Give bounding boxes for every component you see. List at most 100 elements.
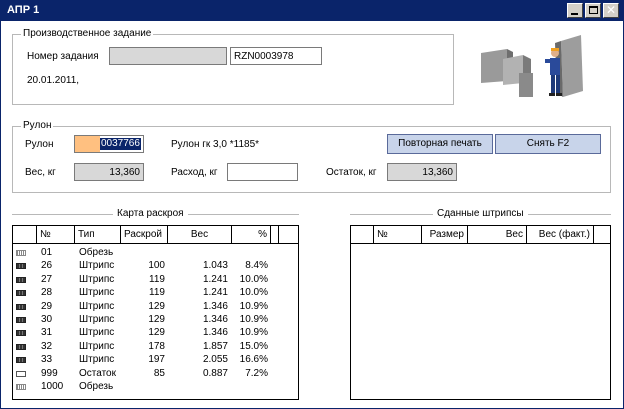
strip-swatch-icon bbox=[16, 357, 26, 364]
cell-pct: 10.0% bbox=[239, 287, 268, 299]
strip-swatch-icon bbox=[16, 330, 26, 337]
remainder-label: Остаток, кг bbox=[326, 167, 377, 178]
close-icon: ✕ bbox=[606, 3, 617, 17]
cell-no: 30 bbox=[41, 314, 53, 325]
cell-type: Штрипс bbox=[79, 354, 115, 366]
cell-type: Штрипс bbox=[79, 273, 115, 285]
cell-no: 27 bbox=[41, 273, 53, 285]
cell-no: 32 bbox=[41, 340, 53, 352]
cut-map-title: Карта раскроя bbox=[113, 208, 188, 219]
roll-description: Рулон гк 3,0 *1185* bbox=[171, 139, 260, 150]
roll-number-input[interactable]: 0037766 bbox=[74, 135, 144, 153]
cell-cut: 129 bbox=[148, 300, 165, 312]
reprint-button[interactable]: Повторная печать bbox=[387, 134, 493, 154]
cell-pct: 10.0% bbox=[239, 273, 268, 285]
weight-label: Вес, кг bbox=[25, 167, 56, 178]
strips-header-no[interactable]: № bbox=[374, 226, 422, 244]
cell-weight: 1.346 bbox=[202, 300, 228, 312]
cell-cut: 178 bbox=[148, 340, 165, 352]
strips-table[interactable]: № Размер Вес Вес (факт.) bbox=[350, 225, 611, 400]
table-row[interactable]: 28 Штрипс 119 1.241 10.0% bbox=[13, 286, 298, 299]
table-row[interactable]: 30 Штрипс 129 1.346 10.9% bbox=[13, 313, 298, 326]
cell-pct: 10.9% bbox=[239, 314, 268, 325]
consumption-input[interactable] bbox=[227, 163, 298, 181]
table-row[interactable]: 29 Штрипс 129 1.346 10.9% bbox=[13, 300, 298, 313]
cell-cut: 129 bbox=[148, 327, 165, 339]
cut-map-header-weight[interactable]: Вес bbox=[168, 226, 232, 244]
strips-header-actual-weight[interactable]: Вес (факт.) bbox=[527, 226, 594, 244]
cell-no: 28 bbox=[41, 287, 53, 299]
cell-cut: 85 bbox=[153, 367, 165, 379]
title-bar[interactable]: АПР 1 ✕ bbox=[1, 1, 623, 21]
minimize-button[interactable] bbox=[567, 3, 583, 18]
maximize-icon bbox=[589, 6, 598, 14]
cell-weight: 1.241 bbox=[202, 273, 228, 285]
production-task-legend: Производственное задание bbox=[21, 28, 154, 39]
strip-swatch-icon bbox=[16, 276, 26, 283]
cell-pct: 10.9% bbox=[239, 300, 268, 312]
cell-pct bbox=[232, 246, 268, 259]
strip-swatch-icon bbox=[16, 263, 26, 270]
strips-header-end bbox=[594, 226, 610, 244]
weight-field[interactable]: 13,360 bbox=[74, 163, 144, 181]
cell-no: 1000 bbox=[41, 381, 64, 392]
cell-no: 26 bbox=[41, 260, 53, 272]
table-row[interactable]: 26 Штрипс 100 1.043 8.4% bbox=[13, 259, 298, 272]
close-button[interactable]: ✕ bbox=[603, 3, 619, 18]
cell-cut: 119 bbox=[149, 273, 165, 285]
cell-weight: 1.241 bbox=[202, 287, 228, 299]
order-code-field[interactable]: RZN0003978 bbox=[230, 47, 322, 65]
cell-weight: 1.043 bbox=[202, 260, 228, 272]
strip-swatch-icon bbox=[16, 290, 26, 297]
cell-no: 31 bbox=[41, 327, 53, 339]
cell-weight: 1.346 bbox=[202, 327, 228, 339]
order-number-field[interactable] bbox=[109, 47, 227, 65]
machine-operator-icon bbox=[481, 35, 583, 97]
app-window: АПР 1 ✕ Производственное задание Номер з… bbox=[0, 0, 624, 409]
cell-type: Штрипс bbox=[79, 287, 115, 299]
table-row[interactable]: 27 Штрипс 119 1.241 10.0% bbox=[13, 273, 298, 286]
table-row[interactable]: 32 Штрипс 178 1.857 15.0% bbox=[13, 340, 298, 353]
cell-cut bbox=[121, 380, 165, 393]
cell-pct: 8.4% bbox=[245, 260, 268, 272]
cut-map-header-no[interactable]: № bbox=[37, 226, 75, 244]
cell-type: Остаток bbox=[79, 367, 116, 379]
table-row[interactable]: 01 Обрезь bbox=[13, 246, 298, 259]
cell-type: Обрезь bbox=[79, 381, 114, 392]
cell-weight: 0.887 bbox=[202, 367, 228, 379]
cut-map-header-cut[interactable]: Раскрой bbox=[121, 226, 168, 244]
roll-legend: Рулон bbox=[21, 120, 54, 131]
cut-map-header-type[interactable]: Тип bbox=[75, 226, 121, 244]
cell-no: 33 bbox=[41, 354, 53, 366]
strips-header-size[interactable]: Размер bbox=[422, 226, 468, 244]
roll-number-value: 0037766 bbox=[100, 138, 141, 150]
cut-map-table[interactable]: № Тип Раскрой Вес % 01 Обрезь 26 Штрипс 100 1… bbox=[12, 225, 299, 400]
remainder-field[interactable]: 13,360 bbox=[387, 163, 457, 181]
cell-cut: 119 bbox=[149, 287, 165, 299]
cell-weight bbox=[168, 380, 228, 393]
waste-swatch-icon bbox=[16, 250, 26, 256]
cell-cut: 197 bbox=[148, 354, 165, 366]
table-row[interactable]: 31 Штрипс 129 1.346 10.9% bbox=[13, 326, 298, 339]
cut-map-header-pct[interactable]: % bbox=[232, 226, 271, 244]
strips-header-weight[interactable]: Вес bbox=[468, 226, 527, 244]
maximize-button[interactable] bbox=[585, 3, 601, 18]
cell-pct: 10.9% bbox=[239, 327, 268, 339]
strips-title: Сданные штрипсы bbox=[433, 208, 528, 219]
table-row[interactable]: 33 Штрипс 197 2.055 16.6% bbox=[13, 353, 298, 366]
rest-swatch-icon bbox=[16, 370, 26, 377]
cell-type: Штрипс bbox=[79, 300, 115, 312]
table-row[interactable]: 1000 Обрезь bbox=[13, 380, 298, 393]
remove-f2-button[interactable]: Снять F2 bbox=[495, 134, 601, 154]
cell-weight: 2.055 bbox=[202, 354, 228, 366]
roll-prefix bbox=[75, 136, 100, 152]
table-row[interactable]: 999 Остаток 85 0.887 7.2% bbox=[13, 367, 298, 380]
cell-weight: 1.857 bbox=[202, 340, 228, 352]
window-title: АПР 1 bbox=[7, 4, 40, 16]
cut-map-corner bbox=[13, 226, 37, 244]
strip-swatch-icon bbox=[16, 343, 26, 350]
order-number-label: Номер задания bbox=[27, 51, 99, 62]
cell-weight: 1.346 bbox=[202, 314, 228, 325]
cut-map-header-spare bbox=[271, 226, 279, 244]
cell-type: Штрипс bbox=[79, 260, 115, 272]
